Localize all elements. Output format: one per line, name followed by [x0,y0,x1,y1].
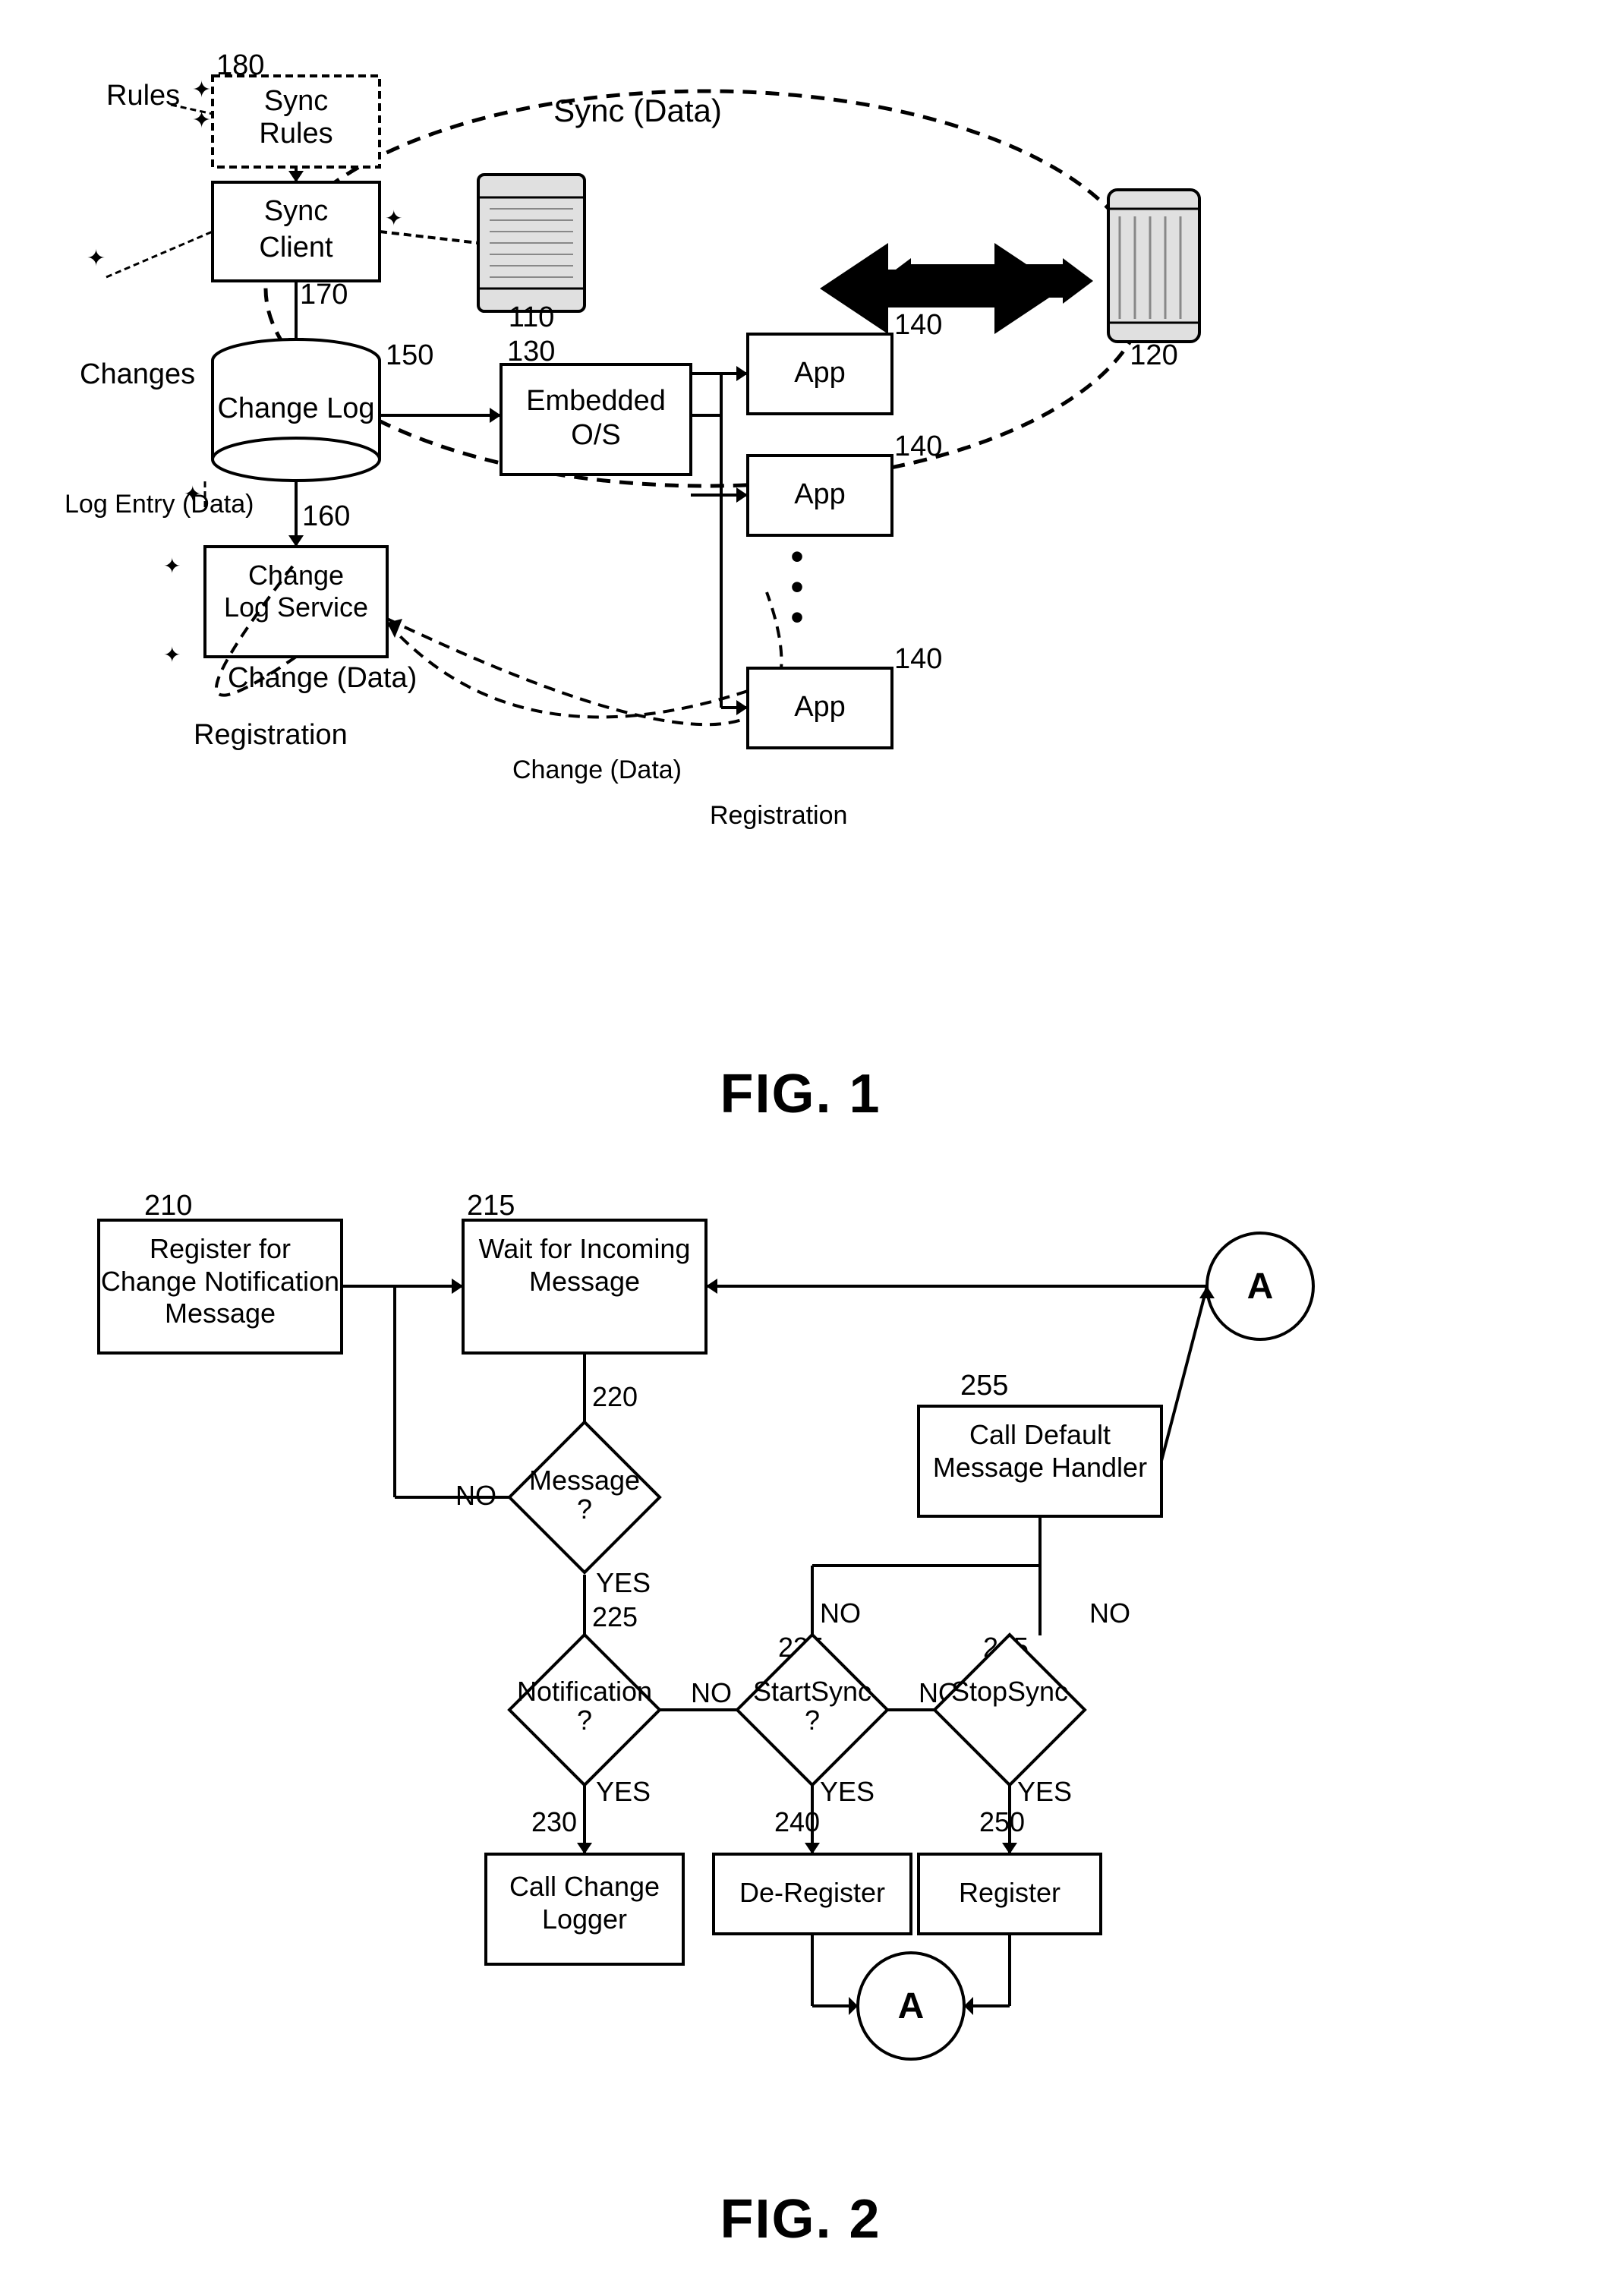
svg-text:✦: ✦ [163,554,181,578]
svg-text:Change (Data): Change (Data) [228,662,417,694]
svg-text:160: 160 [302,500,350,532]
svg-text:Notification: Notification [517,1676,652,1707]
svg-text:110: 110 [509,301,555,333]
svg-text:✦: ✦ [163,643,181,667]
svg-text:App: App [794,691,846,723]
svg-text:YES: YES [1017,1776,1072,1807]
svg-text:?: ? [577,1493,592,1525]
svg-text:O/S: O/S [571,419,620,451]
svg-text:YES: YES [596,1776,651,1807]
svg-text:NO: NO [820,1597,861,1629]
svg-text:NO: NO [455,1480,496,1511]
svg-text:✦: ✦ [184,482,201,506]
svg-text:Sync: Sync [264,85,328,117]
svg-text:215: 215 [467,1190,515,1222]
svg-text:Rules: Rules [106,80,180,112]
svg-text:?: ? [577,1705,592,1736]
svg-text:StartSync: StartSync [753,1676,871,1707]
svg-text:Client: Client [259,232,333,263]
svg-text:120: 120 [1130,339,1177,371]
svg-text:140: 140 [894,643,942,675]
svg-text:✦: ✦ [87,246,106,271]
svg-text:Registration: Registration [710,801,847,830]
svg-text:250: 250 [979,1806,1025,1837]
svg-text:Register: Register [959,1877,1061,1908]
svg-text:A: A [1247,1266,1274,1307]
svg-text:Sync: Sync [264,195,328,227]
svg-text:Rules: Rules [259,118,332,150]
svg-text:Changes: Changes [80,358,195,390]
svg-text:NO: NO [691,1677,732,1708]
svg-text:Change Notification: Change Notification [101,1266,339,1297]
svg-text:140: 140 [894,430,942,462]
svg-text:230: 230 [531,1806,577,1837]
fig2-title: FIG. 2 [61,2188,1540,2250]
svg-text:Register for: Register for [150,1233,291,1264]
svg-text:Wait for Incoming: Wait for Incoming [479,1233,691,1264]
svg-text:Message: Message [529,1266,640,1297]
svg-text:YES: YES [596,1567,651,1598]
svg-text:240: 240 [774,1806,820,1837]
page: Sync (Data) Sync Client Sync Rules 180 R… [0,0,1601,2296]
svg-text:?: ? [805,1705,820,1736]
svg-text:Log Service: Log Service [224,591,368,623]
svg-text:✦: ✦ [385,207,402,230]
svg-text:✦: ✦ [192,77,211,102]
svg-text:140: 140 [894,309,942,341]
svg-text:255: 255 [960,1370,1008,1402]
svg-text:170: 170 [300,279,348,311]
svg-text:Registration: Registration [194,719,348,751]
svg-text:Embedded: Embedded [526,385,666,417]
svg-text:Change: Change [248,560,344,591]
svg-text:Change (Data): Change (Data) [512,755,682,784]
svg-text:A: A [898,1986,925,2026]
svg-text:130: 130 [507,336,555,367]
svg-text:StopSync: StopSync [951,1676,1068,1707]
svg-text:Log Entry (Data): Log Entry (Data) [65,490,254,519]
svg-text:Message: Message [529,1465,640,1496]
fig1-diagram: Sync (Data) Sync Client Sync Rules 180 R… [61,46,1540,1033]
svg-text:225: 225 [592,1601,638,1632]
svg-text:Message Handler: Message Handler [933,1452,1147,1483]
svg-text:De-Register: De-Register [739,1877,885,1908]
svg-text:App: App [794,357,846,389]
svg-text:Message: Message [165,1298,276,1329]
svg-text:App: App [794,478,846,510]
svg-text:✦: ✦ [192,108,211,133]
svg-text:YES: YES [820,1776,875,1807]
svg-text:220: 220 [592,1381,638,1412]
svg-text:210: 210 [144,1190,192,1222]
fig1-title: FIG. 1 [61,1063,1540,1125]
svg-text:Logger: Logger [542,1903,627,1935]
svg-text:Sync (Data): Sync (Data) [553,93,722,128]
svg-text:180: 180 [216,49,264,81]
svg-text:Call Default: Call Default [969,1419,1111,1450]
svg-text:Change Log: Change Log [217,393,374,424]
svg-text:150: 150 [386,339,433,371]
svg-text:NO: NO [1089,1597,1130,1629]
fig2-diagram: 210 Register for Change Notification Mes… [61,1171,1540,2158]
svg-text:•: • [790,596,804,639]
svg-text:Call Change: Call Change [509,1871,660,1902]
